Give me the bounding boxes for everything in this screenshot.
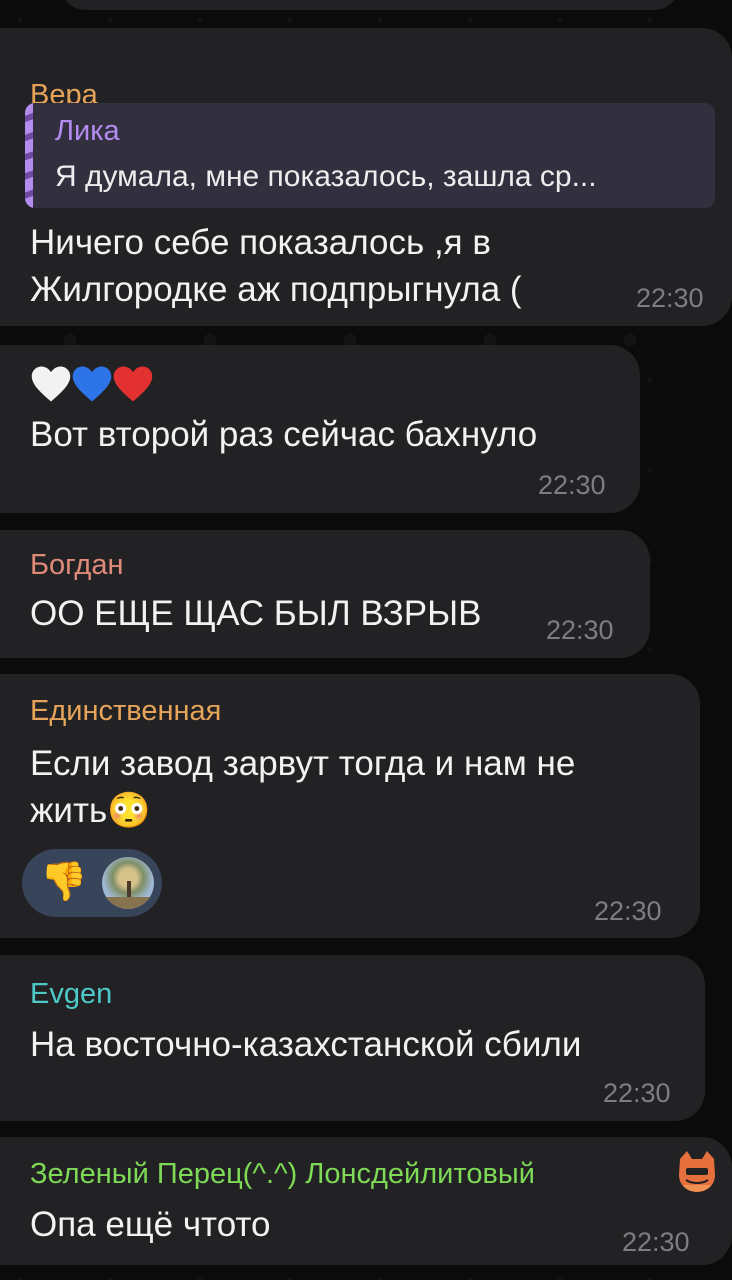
message-bubble-emoji-text[interactable]: Вот второй раз сейчас бахнуло 22:30: [0, 345, 640, 513]
reaction-chip[interactable]: 👎: [22, 849, 162, 917]
sender-name[interactable]: Единственная: [30, 694, 221, 728]
message-time: 22:30: [546, 615, 614, 645]
white-heart-icon: [31, 366, 71, 402]
cat-emoji-icon: [679, 1151, 715, 1192]
message-time: 22:30: [603, 1078, 671, 1108]
message-time: 22:30: [622, 1227, 690, 1257]
message-line-1: Ничего себе показалось ,я в: [30, 223, 491, 262]
message-bubble-vera[interactable]: Вера Лика Я думала, мне показалось, зашл…: [0, 28, 732, 326]
red-heart-icon: [113, 366, 153, 402]
message-time: 22:30: [538, 470, 606, 500]
reply-text: Я думала, мне показалось, зашла ср...: [55, 160, 597, 193]
sender-name[interactable]: Богдан: [30, 548, 124, 582]
message-bubble-bogdan[interactable]: Богдан ОО ЕЩЕ ЩАС БЫЛ ВЗРЫВ 22:30: [0, 530, 650, 658]
message-line-1: Если завод зарвут тогда и нам не: [30, 744, 576, 783]
message-text: Опа ещё чтото: [30, 1205, 271, 1244]
sender-name[interactable]: Evgen: [30, 977, 112, 1011]
message-bubble-edinstvennaya[interactable]: Единственная Если завод зарвут тогда и н…: [0, 674, 700, 938]
reply-preview[interactable]: Лика Я думала, мне показалось, зашла ср.…: [25, 103, 715, 208]
thumbs-down-icon: 👎: [40, 861, 88, 903]
tree-avatar-icon: [102, 857, 154, 909]
previous-message-bubble-edge: [60, 0, 680, 10]
reply-sender-name: Лика: [55, 115, 120, 147]
tree-ground-shape: [102, 897, 154, 909]
message-line-2: Жилгородке аж подпрыгнула (: [30, 270, 522, 309]
message-time: 22:30: [636, 283, 704, 313]
blue-heart-icon: [72, 366, 112, 402]
message-text: ОО ЕЩЕ ЩАС БЫЛ ВЗРЫВ: [30, 594, 482, 633]
message-line-2: жить😳: [30, 791, 151, 830]
message-bubble-evgen[interactable]: Evgen На восточно-казахстанской сбили 22…: [0, 955, 705, 1121]
chat-screen: { "messages": [ { "sender": "Вера", "sen…: [0, 0, 732, 1280]
sender-name[interactable]: Зеленый Перец(^.^) Лонсдейлитовый: [30, 1157, 535, 1191]
message-time: 22:30: [594, 896, 662, 926]
message-text: Вот второй раз сейчас бахнуло: [30, 415, 538, 454]
message-text: На восточно-казахстанской сбили: [30, 1025, 582, 1064]
reply-accent-bar: [25, 103, 33, 208]
message-bubble-green-pepper[interactable]: Зеленый Перец(^.^) Лонсдейлитовый Опа ещ…: [0, 1137, 732, 1265]
